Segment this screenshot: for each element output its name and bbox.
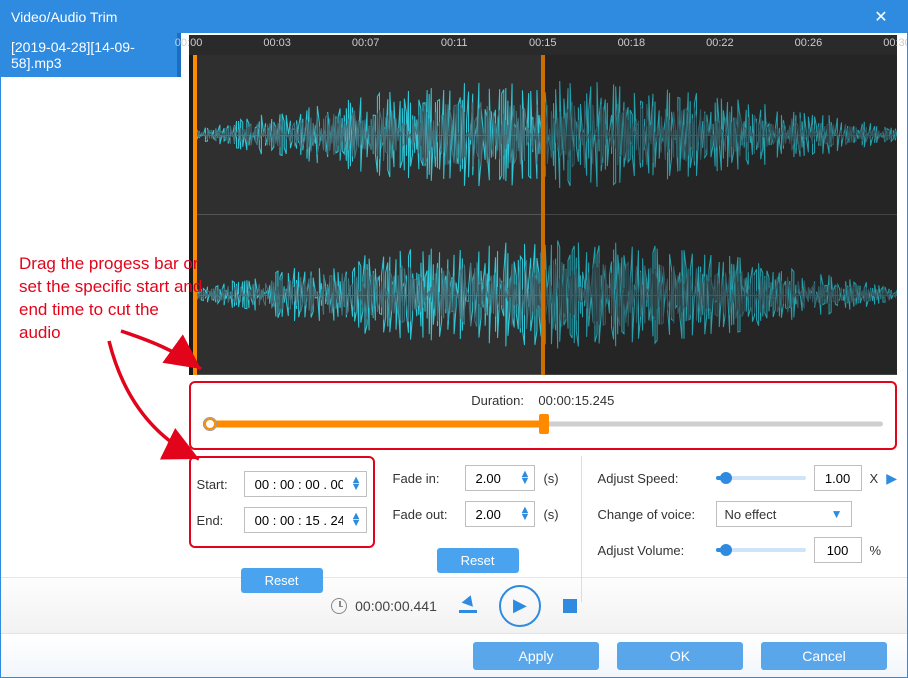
fadeout-input[interactable]: ▲▼ bbox=[465, 501, 536, 527]
fadeout-label: Fade out: bbox=[393, 507, 457, 522]
duration-label: Duration: bbox=[471, 393, 524, 408]
seconds-unit: (s) bbox=[543, 507, 558, 522]
trim-window: Video/Audio Trim ✕ [2019-04-28][14-09-58… bbox=[0, 0, 908, 678]
dialog-footer: Apply OK Cancel bbox=[1, 633, 907, 677]
trim-end-knob[interactable] bbox=[539, 414, 549, 434]
end-label: End: bbox=[197, 513, 236, 528]
fadein-label: Fade in: bbox=[393, 471, 457, 486]
editor-panel: 00:0000:0300:0700:1100:1500:1800:2200:26… bbox=[181, 33, 907, 577]
highlight-duration-box: Duration: 00:00:15.245 bbox=[189, 381, 897, 450]
clock-icon bbox=[331, 598, 347, 614]
trim-start-knob[interactable] bbox=[203, 417, 217, 431]
ok-button[interactable]: OK bbox=[617, 642, 743, 670]
reset-times-button[interactable]: Reset bbox=[241, 568, 323, 593]
preview-speed-icon[interactable]: ▶ bbox=[886, 470, 897, 487]
annotation-text: Drag the progess bar or set the specific… bbox=[19, 253, 205, 345]
unselected-shade bbox=[541, 55, 897, 375]
speed-label: Adjust Speed: bbox=[598, 471, 708, 486]
apply-button[interactable]: Apply bbox=[473, 642, 599, 670]
end-time-input[interactable]: ▲▼ bbox=[244, 507, 367, 533]
volume-label: Adjust Volume: bbox=[598, 543, 708, 558]
voice-selected: No effect bbox=[725, 507, 777, 522]
duration-value: 00:00:15.245 bbox=[538, 393, 614, 408]
highlight-times-box: Start: ▲▼ End: ▲▼ bbox=[189, 456, 375, 548]
reset-fade-button[interactable]: Reset bbox=[437, 548, 519, 573]
spinner-icon[interactable]: ▲▼ bbox=[351, 513, 362, 527]
spinner-icon[interactable]: ▲▼ bbox=[351, 477, 362, 491]
window-title: Video/Audio Trim bbox=[11, 9, 117, 25]
start-time-input[interactable]: ▲▼ bbox=[244, 471, 367, 497]
chevron-down-icon: ▼ bbox=[831, 507, 843, 521]
speed-value-input[interactable] bbox=[814, 465, 862, 491]
selection-start-handle[interactable] bbox=[193, 55, 197, 375]
volume-value-input[interactable] bbox=[814, 537, 862, 563]
fadein-input[interactable]: ▲▼ bbox=[465, 465, 536, 491]
file-list: [2019-04-28][14-09-58].mp3 Drag the prog… bbox=[1, 33, 181, 577]
trim-track[interactable] bbox=[197, 412, 889, 436]
voice-label: Change of voice: bbox=[598, 507, 708, 522]
spinner-icon[interactable]: ▲▼ bbox=[520, 507, 531, 521]
file-item[interactable]: [2019-04-28][14-09-58].mp3 bbox=[1, 33, 181, 77]
voice-select[interactable]: No effect ▼ bbox=[716, 501, 852, 527]
spinner-icon[interactable]: ▲▼ bbox=[520, 471, 531, 485]
volume-slider[interactable] bbox=[716, 543, 806, 557]
titlebar: Video/Audio Trim ✕ bbox=[1, 1, 907, 33]
seconds-unit: (s) bbox=[543, 471, 558, 486]
export-icon[interactable] bbox=[459, 599, 477, 613]
start-label: Start: bbox=[197, 477, 236, 492]
volume-unit: % bbox=[870, 543, 882, 558]
waveform-area[interactable] bbox=[189, 55, 897, 375]
cancel-button[interactable]: Cancel bbox=[761, 642, 887, 670]
speed-unit: X bbox=[870, 471, 879, 486]
speed-slider[interactable] bbox=[716, 471, 806, 485]
time-ruler: 00:0000:0300:0700:1100:1500:1800:2200:26… bbox=[189, 35, 897, 55]
close-icon[interactable]: ✕ bbox=[865, 7, 897, 27]
